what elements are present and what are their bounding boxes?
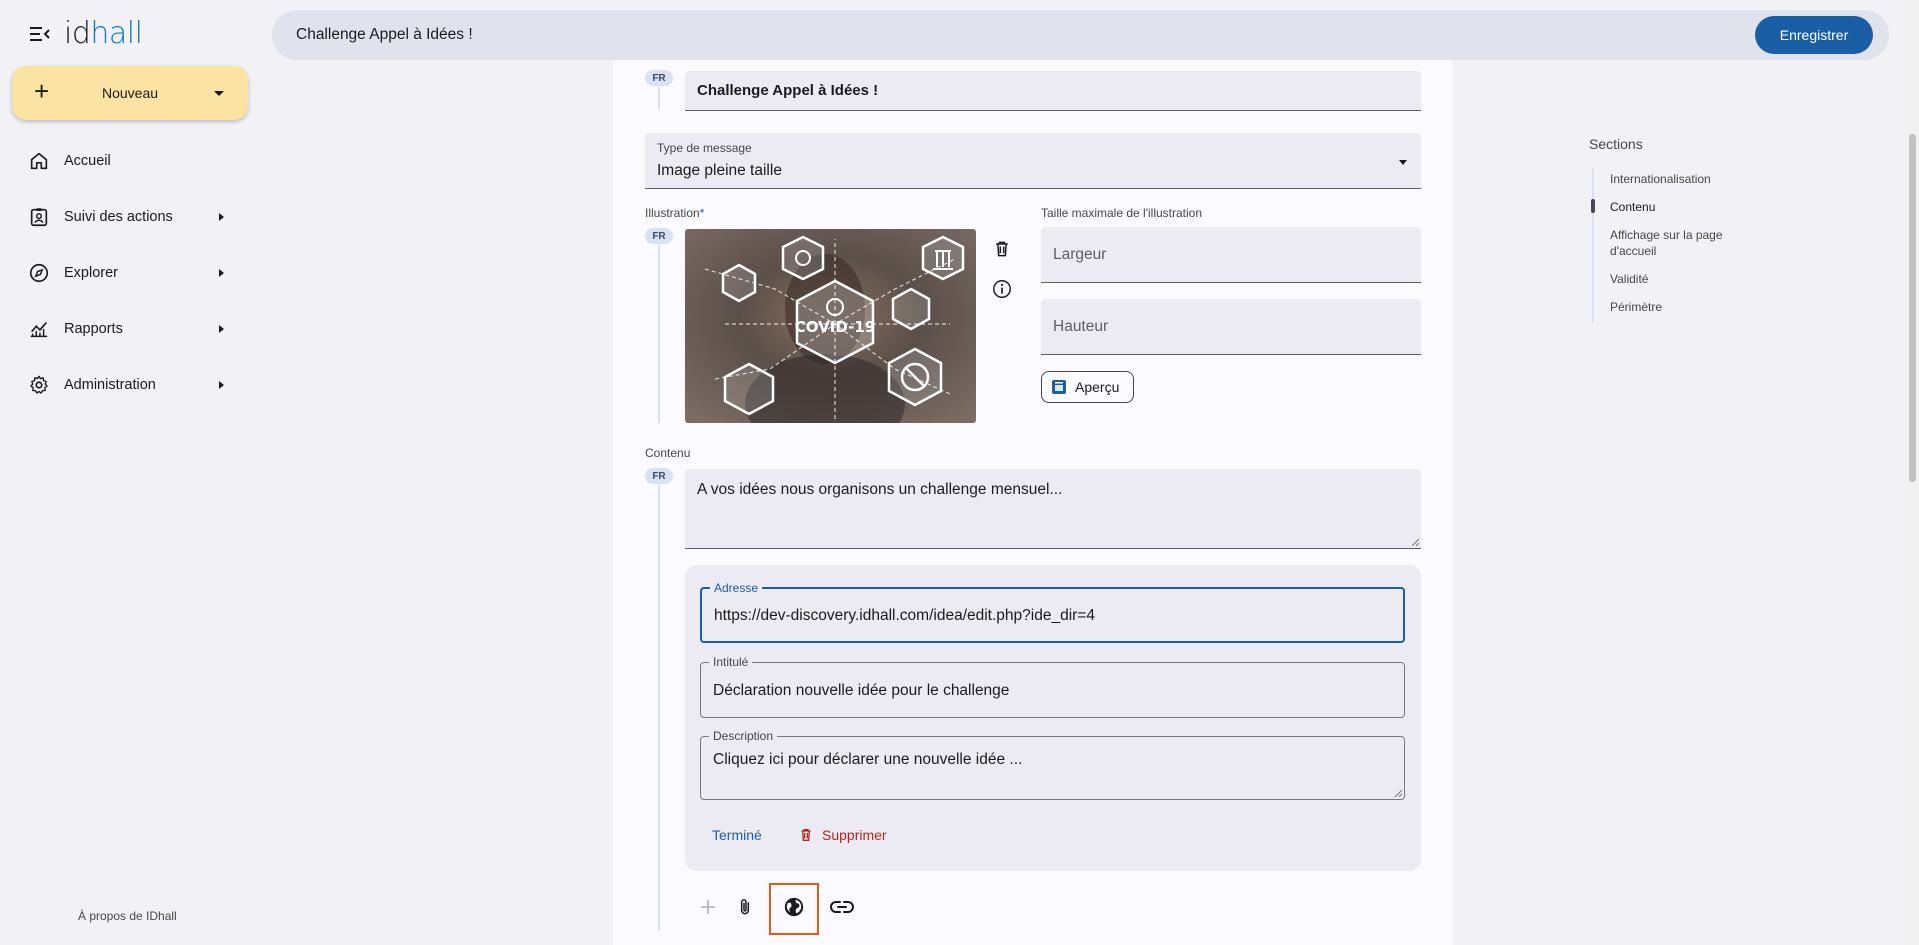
home-icon [30, 152, 48, 170]
caret-down-icon [1399, 160, 1407, 165]
content-value: A vos idées nous organisons un challenge… [697, 481, 1063, 498]
chevron-right-icon [219, 381, 224, 389]
lang-line [658, 87, 660, 109]
attach-button[interactable] [731, 893, 759, 921]
title-value: Challenge Appel à Idées ! [697, 82, 879, 99]
sections-track [1592, 168, 1594, 322]
trash-icon [996, 241, 1008, 257]
section-link-contenu[interactable]: Contenu [1610, 199, 1750, 215]
done-button[interactable]: Terminé [712, 827, 762, 843]
link-description-label: Description [709, 729, 778, 743]
link-title-label: Intitulé [709, 655, 753, 669]
nav-item-administration[interactable]: Administration [28, 371, 228, 399]
height-placeholder: Hauteur [1053, 318, 1109, 335]
preview-icon [1052, 380, 1066, 394]
lang-badge: FR [645, 468, 673, 484]
message-type-label: Type de message [657, 141, 752, 155]
width-placeholder: Largeur [1053, 246, 1107, 263]
lang-badge: FR [645, 70, 673, 86]
insert-link-button[interactable] [828, 893, 856, 921]
content-textarea[interactable]: A vos idées nous organisons un challenge… [685, 469, 1421, 549]
title-field[interactable]: Challenge Appel à Idées ! [685, 71, 1421, 111]
new-button-label: Nouveau [101, 85, 159, 101]
preview-label: Aperçu [1075, 379, 1120, 395]
clipboard-user-icon [30, 208, 48, 227]
chevron-right-icon [219, 269, 224, 277]
scrollbar-thumb[interactable] [1909, 134, 1916, 482]
menu-collapse-icon[interactable] [30, 25, 50, 43]
section-link-validite[interactable]: Validité [1610, 271, 1750, 287]
address-label: Adresse [710, 581, 763, 595]
compass-icon [29, 263, 49, 283]
gear-icon [30, 375, 48, 394]
delete-link-button[interactable]: Supprimer [798, 827, 887, 843]
add-button[interactable] [694, 893, 722, 921]
about-link[interactable]: À propos de IDhall [78, 909, 177, 923]
lang-line [658, 485, 660, 930]
page-scrollbar[interactable] [1905, 0, 1919, 945]
illustration-label: Illustration* [645, 206, 705, 220]
section-link-perimetre[interactable]: Périmètre [1610, 299, 1750, 315]
top-bar: Challenge Appel à Idées ! Enregistrer [272, 10, 1889, 60]
web-link-button[interactable] [780, 893, 808, 921]
save-button[interactable]: Enregistrer [1755, 16, 1873, 54]
sections-title: Sections [1589, 136, 1643, 152]
plus-icon [701, 900, 715, 914]
app-logo[interactable]: idhall [64, 16, 143, 51]
nav-item-explorer[interactable]: Explorer [28, 259, 228, 287]
content-label: Contenu [645, 446, 691, 460]
link-title-input[interactable]: Intitulé Déclaration nouvelle idée pour … [700, 655, 1405, 718]
link-description-value: Cliquez ici pour déclarer une nouvelle i… [713, 751, 1023, 768]
message-type-select[interactable]: Type de message Image pleine taille [645, 133, 1421, 189]
address-value: https://dev-discovery.idhall.com/idea/ed… [714, 607, 1095, 624]
illustration-image: COVID-19 [685, 229, 976, 423]
nav-item-accueil[interactable]: Accueil [28, 147, 228, 175]
chevron-right-icon [219, 213, 224, 221]
link-icon [830, 901, 854, 913]
section-link-affichage[interactable]: Affichage sur la page d'accueil [1610, 227, 1750, 259]
delete-illustration-button[interactable] [989, 236, 1015, 262]
illustration-caption: COVID-19 [795, 318, 875, 336]
delete-link-label: Supprimer [822, 827, 887, 843]
chevron-right-icon [219, 325, 224, 333]
link-description-textarea[interactable]: Description Cliquez ici pour déclarer un… [700, 729, 1405, 800]
new-button[interactable]: + Nouveau [12, 66, 248, 120]
chart-icon [30, 322, 48, 338]
nav-item-suivi-des-actions[interactable]: Suivi des actions [28, 203, 228, 231]
lang-line [658, 245, 660, 423]
illustration-info-button[interactable] [989, 276, 1015, 302]
resize-grip-icon[interactable] [1411, 538, 1419, 546]
paperclip-icon [740, 899, 750, 915]
lang-badge: FR [645, 228, 673, 244]
link-title-value: Déclaration nouvelle idée pour le challe… [713, 682, 1010, 699]
height-input[interactable]: Hauteur [1041, 299, 1421, 355]
resize-grip-icon[interactable] [1394, 789, 1402, 797]
section-link-internationalisation[interactable]: Internationalisation [1610, 171, 1750, 187]
preview-button[interactable]: Aperçu [1041, 371, 1134, 403]
globe-icon [784, 897, 804, 917]
address-input[interactable]: Adresse https://dev-discovery.idhall.com… [700, 581, 1405, 643]
max-size-label: Taille maximale de l'illustration [1041, 206, 1203, 220]
nav-item-rapports[interactable]: Rapports [28, 315, 228, 343]
sections-active-indicator [1591, 199, 1595, 213]
message-type-value: Image pleine taille [657, 162, 782, 179]
trash-icon [801, 829, 811, 841]
page-title: Challenge Appel à Idées ! [296, 26, 473, 43]
link-editor-panel: Adresse https://dev-discovery.idhall.com… [685, 565, 1421, 871]
width-input[interactable]: Largeur [1041, 227, 1421, 283]
sidebar: idhall + Nouveau Accueil Suivi des actio… [0, 0, 265, 945]
caret-down-icon [214, 91, 224, 96]
info-icon [993, 280, 1011, 298]
